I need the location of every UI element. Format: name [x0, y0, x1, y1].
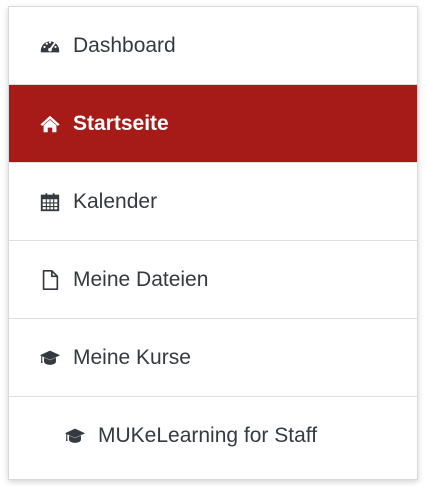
navigation-drawer: Dashboard Startseite Kalender Meine Date… — [8, 6, 418, 480]
calendar-icon — [39, 191, 61, 213]
home-icon — [39, 113, 61, 135]
dashboard-gauge-icon — [39, 35, 61, 57]
nav-item-meine-dateien[interactable]: Meine Dateien — [9, 241, 417, 319]
graduation-cap-icon — [64, 425, 86, 447]
nav-item-label: Meine Kurse — [73, 345, 191, 369]
nav-item-label: Startseite — [73, 111, 169, 135]
file-icon — [39, 269, 61, 291]
nav-item-label: Meine Dateien — [73, 267, 209, 291]
nav-item-startseite[interactable]: Startseite — [9, 85, 417, 163]
graduation-cap-icon — [39, 347, 61, 369]
nav-item-label: MUKeLearning for Staff — [98, 424, 318, 447]
nav-item-dashboard[interactable]: Dashboard — [9, 7, 417, 85]
nav-item-label: Dashboard — [73, 33, 176, 57]
nav-item-mukelearning-for-staff[interactable]: MUKeLearning for Staff — [9, 397, 417, 475]
nav-item-kalender[interactable]: Kalender — [9, 163, 417, 241]
nav-item-meine-kurse[interactable]: Meine Kurse — [9, 319, 417, 397]
nav-item-label: Kalender — [73, 189, 158, 213]
